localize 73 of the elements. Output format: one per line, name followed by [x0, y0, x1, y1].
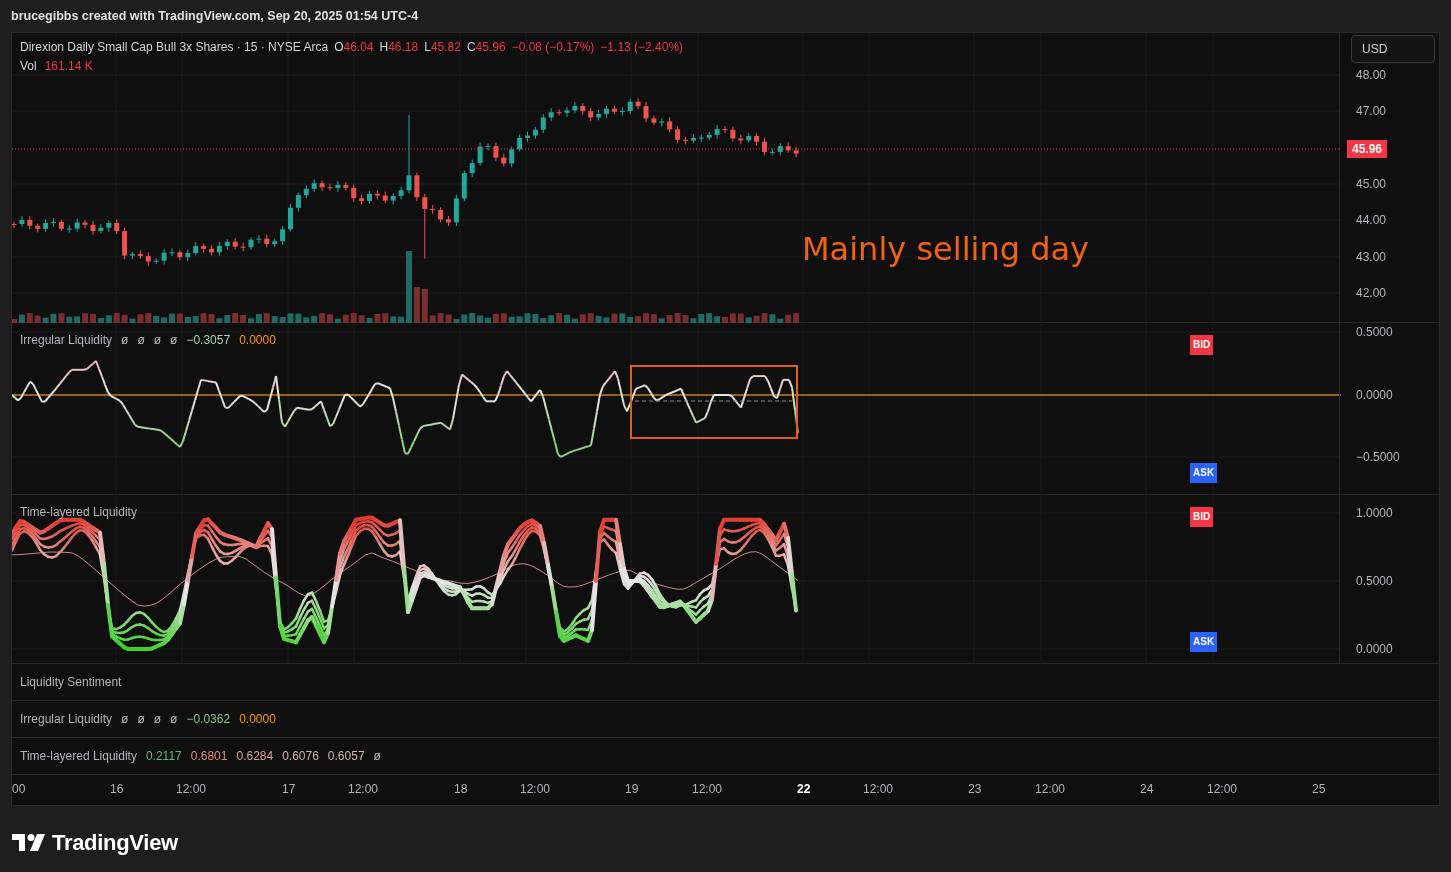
- time-axis-label: 19: [625, 783, 639, 795]
- signal-tag: BID: [1190, 335, 1214, 355]
- time-axis-label: 17: [282, 783, 296, 795]
- axis-label: 1.0000: [1356, 507, 1393, 519]
- indicator-title: Time-layered Liquidity: [20, 504, 137, 520]
- ohlc-label: L: [424, 39, 431, 55]
- indicator-value: ø: [137, 332, 145, 348]
- axis-label: 0.0000: [1356, 389, 1393, 401]
- indicator-value: ø: [170, 332, 178, 348]
- signal-tag: ASK: [1190, 632, 1218, 652]
- time-axis-label: 22: [797, 783, 811, 795]
- signal-tag: ASK: [1190, 463, 1218, 483]
- axis-label: 47.00: [1356, 105, 1387, 117]
- time-axis-label: 12:00: [863, 783, 894, 795]
- ohlc-label: O: [334, 39, 344, 55]
- table-row-label: Irregular Liquidity: [20, 711, 113, 728]
- ohlc-label: C: [466, 39, 476, 55]
- currency-button[interactable]: USD: [1351, 35, 1435, 63]
- ohlc-value: 46.04: [343, 39, 374, 55]
- indicator-title: Irregular Liquidity: [20, 332, 113, 348]
- axis-label: −0.5000: [1356, 451, 1400, 463]
- indicator-value: −0.0362: [186, 711, 231, 728]
- price-change: −1.13 (−2.40%): [600, 39, 684, 55]
- price-change: −0.08 (−0.17%): [511, 39, 595, 55]
- chart-annotation: Mainly selling day: [802, 229, 1090, 269]
- axis-label: 43.00: [1356, 251, 1387, 263]
- time-axis-label: 12:00: [520, 783, 551, 795]
- time-axis-label: 12:00: [1035, 783, 1066, 795]
- indicator-value: 0.2117: [145, 748, 182, 765]
- time-axis-label: 23: [968, 783, 982, 795]
- volume-value: 161.14 K: [44, 58, 93, 74]
- indicator-value: −0.3057: [186, 332, 231, 348]
- axis-label: 48.00: [1356, 69, 1387, 81]
- time-axis-label: 12:00: [176, 783, 207, 795]
- ohlc-label: H: [379, 39, 389, 55]
- ohlc-value: 46.18: [388, 39, 419, 55]
- indicator-value: ø: [373, 748, 381, 765]
- table-title: Liquidity Sentiment: [20, 674, 122, 691]
- volume-label: Vol: [20, 58, 37, 74]
- axis-label: 42.00: [1356, 287, 1387, 299]
- time-axis-label: 25: [1312, 783, 1326, 795]
- time-axis-label: 12:00: [692, 783, 723, 795]
- indicator-value: ø: [170, 711, 178, 728]
- axis-label: 0.5000: [1356, 575, 1393, 587]
- indicator-value: ø: [121, 711, 129, 728]
- indicator-value: 0.0000: [239, 711, 276, 728]
- time-axis-label: 12:00: [348, 783, 379, 795]
- time-axis-label: 12:00: [1207, 783, 1238, 795]
- logo-text: TradingView: [52, 829, 178, 857]
- time-axis-label: 00: [12, 783, 26, 795]
- indicator-value: 0.6076: [282, 748, 319, 765]
- table-row-label: Time-layered Liquidity: [20, 748, 137, 765]
- axis-label: 0.0000: [1356, 643, 1393, 655]
- last-price-label: 45.96: [1347, 140, 1388, 158]
- axis-label: 0.5000: [1356, 326, 1393, 338]
- ohlc-value: 45.96: [475, 39, 506, 55]
- time-axis-label: 18: [454, 783, 468, 795]
- indicator-value: 0.6284: [236, 748, 274, 765]
- indicator-value: 0.6801: [190, 748, 228, 765]
- indicator-value: 0.6057: [327, 748, 365, 765]
- axis-label: 45.00: [1356, 178, 1387, 190]
- indicator-value: ø: [137, 711, 145, 728]
- symbol-name: Direxion Daily Small Cap Bull 3x Shares · 15 · NYSE Arca: [20, 39, 329, 55]
- ohlc-value: 45.82: [430, 39, 461, 55]
- indicator-value: ø: [153, 332, 162, 348]
- time-axis-label: 24: [1140, 783, 1154, 795]
- indicator-value: ø: [153, 711, 162, 728]
- indicator-value: 0.0000: [239, 332, 276, 348]
- indicator-value: ø: [121, 332, 129, 348]
- time-axis-label: 16: [110, 783, 124, 795]
- chart-attribution: brucegibbs created with TradingView.com, Sep 20, 2025 01:54 UTC-4: [11, 7, 419, 25]
- signal-tag: BID: [1190, 507, 1214, 527]
- axis-label: 44.00: [1356, 214, 1387, 226]
